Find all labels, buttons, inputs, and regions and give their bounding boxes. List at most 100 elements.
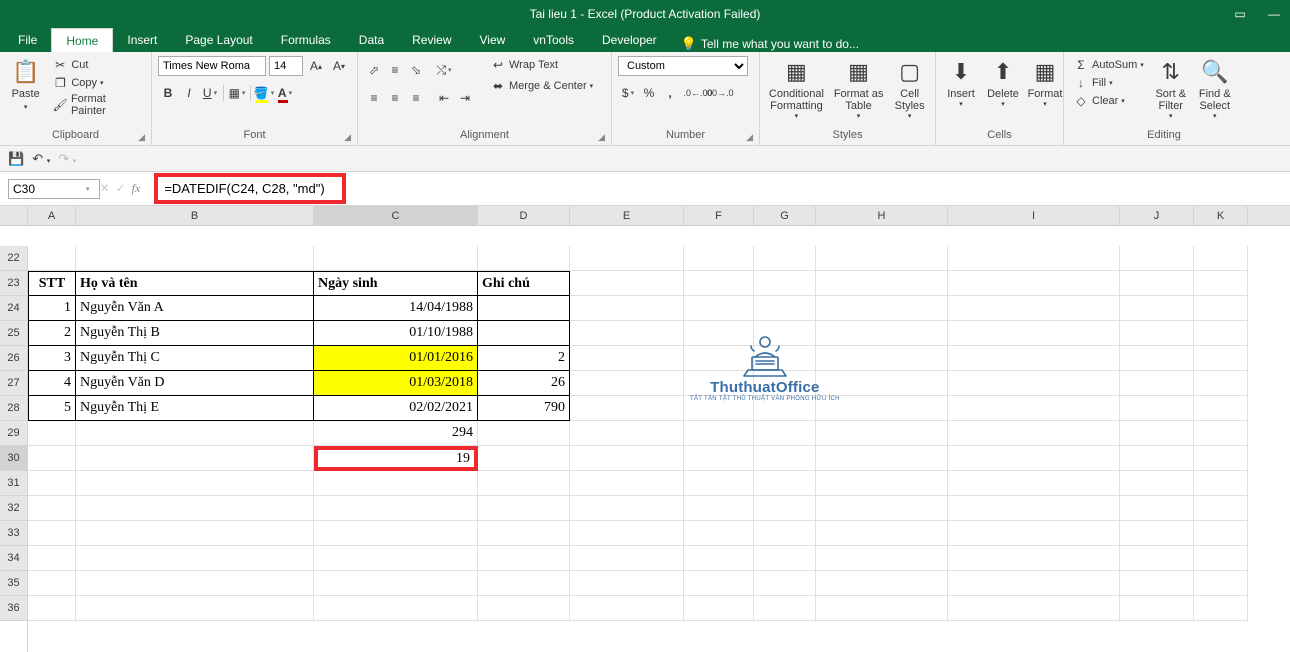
tab-insert[interactable]: Insert [113,28,171,52]
col-header-c[interactable]: C [314,206,478,225]
merge-center-button[interactable]: ⬌Merge & Center ▾ [487,77,596,95]
cell[interactable] [754,346,816,371]
cell[interactable] [1194,496,1248,521]
conditional-formatting-button[interactable]: ▦Conditional Formatting▾ [766,56,827,120]
cell[interactable] [28,246,76,271]
dialog-launcher-icon[interactable]: ◢ [344,132,351,143]
undo-button[interactable]: ↶ ▾ [32,151,50,167]
cell[interactable] [1120,321,1194,346]
row-header[interactable]: 25 [0,321,27,346]
cell[interactable] [1194,571,1248,596]
cell[interactable] [570,596,684,621]
format-painter-button[interactable]: 🖌Format Painter [49,92,145,118]
decrease-decimal-icon[interactable]: .00→.0 [709,83,729,103]
cell[interactable] [684,496,754,521]
underline-button[interactable]: U [200,83,220,103]
cancel-formula-icon[interactable]: ✕ [100,181,110,196]
cell[interactable] [570,571,684,596]
cell[interactable] [570,496,684,521]
col-header-a[interactable]: A [28,206,76,225]
col-header-b[interactable]: B [76,206,314,225]
cell[interactable] [1194,371,1248,396]
cell[interactable] [754,421,816,446]
cell[interactable] [816,421,948,446]
cell[interactable] [28,596,76,621]
cell[interactable] [816,571,948,596]
tab-data[interactable]: Data [345,28,398,52]
italic-button[interactable]: I [179,83,199,103]
percent-format-icon[interactable]: % [639,83,659,103]
cell[interactable] [948,371,1120,396]
cell[interactable] [570,246,684,271]
cell[interactable] [948,596,1120,621]
cell[interactable]: 2 [478,346,570,371]
cell[interactable] [570,446,684,471]
cell[interactable] [948,571,1120,596]
dialog-launcher-icon[interactable]: ◢ [598,132,605,143]
row-header[interactable]: 31 [0,471,27,496]
cell[interactable] [754,271,816,296]
cell[interactable] [684,471,754,496]
tab-review[interactable]: Review [398,28,465,52]
cell[interactable] [816,596,948,621]
cell[interactable] [570,346,684,371]
cell[interactable] [570,396,684,421]
formula-input[interactable]: =DATEDIF(C24, C28, "md") [154,173,346,204]
clear-button[interactable]: ◇Clear ▾ [1070,92,1147,110]
cell[interactable] [28,546,76,571]
cell[interactable] [1120,471,1194,496]
cell[interactable] [816,296,948,321]
cell[interactable] [684,296,754,321]
comma-format-icon[interactable]: , [660,83,680,103]
cell[interactable] [1120,571,1194,596]
cell[interactable] [684,271,754,296]
cell[interactable] [684,521,754,546]
row-header[interactable]: 27 [0,371,27,396]
cell[interactable]: 3 [28,346,76,371]
cell[interactable] [816,446,948,471]
align-top-icon[interactable]: ⬀ [364,60,384,80]
row-header[interactable]: 29 [0,421,27,446]
cell[interactable] [816,396,948,421]
cell[interactable] [1194,296,1248,321]
col-header-f[interactable]: F [684,206,754,225]
cell[interactable] [478,496,570,521]
select-all-corner[interactable] [0,206,28,226]
cell[interactable] [754,496,816,521]
cell[interactable] [684,321,754,346]
cell[interactable] [754,571,816,596]
cell[interactable] [1120,371,1194,396]
format-cells-button[interactable]: ▦Format▾ [1026,56,1064,108]
cell[interactable] [948,446,1120,471]
align-middle-icon[interactable]: ≡ [385,60,405,80]
paste-button[interactable]: 📋 Paste▾ [6,56,45,114]
cell[interactable] [76,521,314,546]
cell[interactable] [948,471,1120,496]
cell[interactable] [570,471,684,496]
col-header-d[interactable]: D [478,206,570,225]
minimize-button[interactable]: — [1266,7,1282,21]
cell[interactable] [684,371,754,396]
cell[interactable] [754,321,816,346]
tell-me-search[interactable]: 💡 Tell me what you want to do... [671,36,869,52]
insert-cells-button[interactable]: ⬇Insert▾ [942,56,980,108]
row-header[interactable]: 32 [0,496,27,521]
decrease-font-icon[interactable]: A▾ [329,56,349,76]
align-right-icon[interactable]: ≡ [406,88,426,108]
cell[interactable] [684,546,754,571]
sort-filter-button[interactable]: ⇅Sort & Filter▾ [1151,56,1191,120]
row-header[interactable]: 36 [0,596,27,621]
row-header[interactable]: 28 [0,396,27,421]
cell[interactable] [684,596,754,621]
cell[interactable] [478,246,570,271]
tab-view[interactable]: View [466,28,520,52]
font-family-select[interactable] [158,56,266,76]
cell[interactable] [1120,546,1194,571]
dialog-launcher-icon[interactable]: ◢ [138,132,145,143]
cell[interactable] [684,446,754,471]
fill-color-button[interactable]: 🪣 [254,83,274,103]
cell[interactable] [948,546,1120,571]
row-header[interactable]: 30 [0,446,27,471]
cell[interactable] [948,321,1120,346]
cell[interactable]: 26 [478,371,570,396]
